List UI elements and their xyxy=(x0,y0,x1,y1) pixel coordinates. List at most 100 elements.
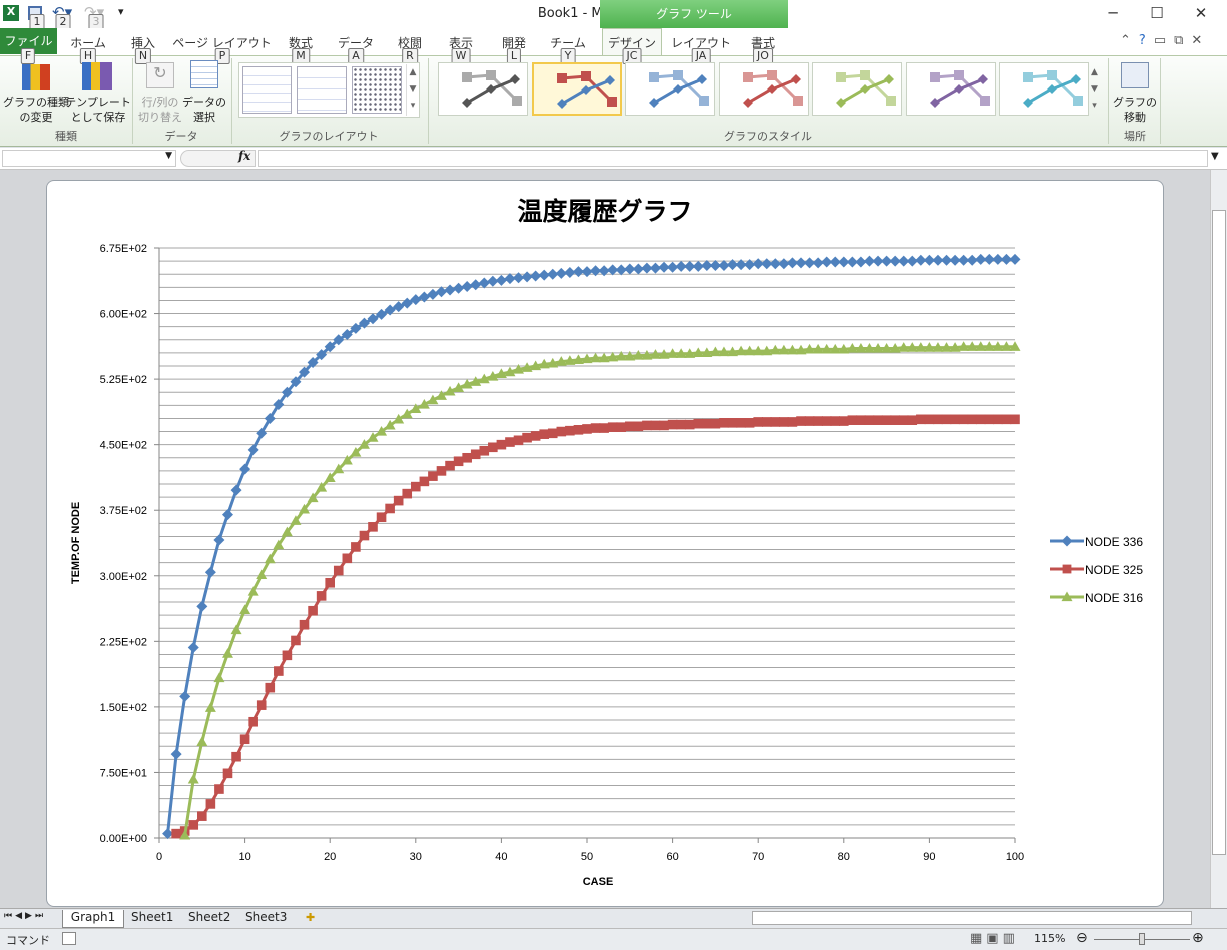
data-point xyxy=(804,416,815,426)
sheet-tab-graph1[interactable]: Graph1 xyxy=(62,910,124,928)
data-point xyxy=(599,423,609,433)
data-point xyxy=(179,690,191,702)
data-point xyxy=(470,449,481,460)
data-point xyxy=(248,716,258,727)
horizontal-scrollbar[interactable] xyxy=(752,911,1192,925)
data-point xyxy=(282,650,293,661)
data-point xyxy=(359,530,370,541)
scroll-thumb[interactable] xyxy=(1212,210,1226,855)
data-point xyxy=(856,415,866,425)
data-point xyxy=(505,437,515,447)
data-point xyxy=(247,586,259,596)
sheet-tab-bar: ⏮◀▶⏭ xyxy=(0,908,1227,928)
legend-entry: NODE 316 xyxy=(1050,591,1143,605)
macro-record-icon[interactable] xyxy=(62,932,76,945)
legend-entry: NODE 325 xyxy=(1050,563,1143,577)
status-bar: コマンド ▦▣▥ 115% ⊖ ⊕ xyxy=(0,928,1227,950)
insert-sheet-icon[interactable]: ✚ xyxy=(306,911,315,924)
vertical-scrollbar[interactable] xyxy=(1210,170,1227,908)
data-point xyxy=(170,748,182,760)
data-point xyxy=(188,820,199,830)
legend-label: NODE 336 xyxy=(1085,535,1143,549)
data-point xyxy=(239,734,250,745)
data-point xyxy=(778,258,790,270)
data-point xyxy=(821,416,832,426)
status-mode: コマンド xyxy=(6,934,50,947)
data-point xyxy=(718,259,730,271)
x-tick-label: 90 xyxy=(923,851,935,863)
axes: 0.00E+00 7.50E+01 1.50E+02 2.25E+02 3.00E+02… xyxy=(100,243,1025,863)
data-point xyxy=(813,416,823,426)
x-tick-label: 60 xyxy=(666,851,678,863)
legend-label: NODE 316 xyxy=(1085,591,1143,605)
data-point xyxy=(495,274,507,286)
zoom-slider-thumb[interactable] xyxy=(1139,933,1145,945)
zoom-out-button[interactable]: ⊖ xyxy=(1076,930,1088,946)
view-buttons[interactable]: ▦▣▥ xyxy=(970,931,1019,946)
data-point xyxy=(890,415,900,425)
data-point xyxy=(453,282,465,294)
data-point xyxy=(222,768,233,779)
sheet-tab-sheet3[interactable]: Sheet3 xyxy=(245,910,287,924)
data-point xyxy=(830,416,841,426)
data-point xyxy=(847,415,858,425)
sheet-tab-sheet2[interactable]: Sheet2 xyxy=(188,910,230,924)
data-point xyxy=(632,263,644,275)
y-axis-title[interactable]: TEMP.OF NODE xyxy=(70,502,82,584)
chart-svg: 0.00E+00 7.50E+01 1.50E+02 2.25E+02 3.00E+02… xyxy=(70,197,1143,888)
data-point xyxy=(676,419,686,430)
data-point xyxy=(555,267,567,279)
legend-label: NODE 325 xyxy=(1085,563,1143,577)
chart-title[interactable]: 温度履歴グラフ xyxy=(517,197,692,226)
data-point xyxy=(761,417,772,427)
zoom-in-button[interactable]: ⊕ xyxy=(1192,930,1204,946)
data-point xyxy=(812,257,824,269)
x-tick-label: 0 xyxy=(156,851,162,863)
data-point xyxy=(368,522,378,532)
data-point xyxy=(187,773,199,784)
data-point xyxy=(615,264,627,276)
data-point xyxy=(607,422,618,432)
data-point xyxy=(205,799,216,809)
data-point xyxy=(461,280,473,292)
data-point xyxy=(616,422,627,432)
data-point xyxy=(1009,253,1021,265)
data-point xyxy=(444,284,456,296)
sheet-nav-buttons[interactable]: ⏮◀▶⏭ xyxy=(4,911,46,921)
data-point xyxy=(649,262,661,274)
y-tick-label: 1.50E+02 xyxy=(100,702,147,714)
sheet-tab-sheet1[interactable]: Sheet1 xyxy=(131,910,173,924)
data-point xyxy=(487,275,499,287)
data-point xyxy=(435,286,447,298)
zoom-level[interactable]: 115% xyxy=(1034,932,1065,945)
data-point xyxy=(839,416,849,426)
x-tick-label: 10 xyxy=(238,851,250,863)
data-point xyxy=(873,415,883,425)
data-point xyxy=(393,495,404,506)
data-point xyxy=(855,256,867,268)
data-point xyxy=(187,641,199,653)
data-point xyxy=(230,624,242,635)
data-point xyxy=(547,268,559,280)
data-point xyxy=(376,512,387,523)
series xyxy=(162,253,1021,840)
y-tick-label: 3.75E+02 xyxy=(100,505,147,517)
data-point xyxy=(513,435,524,446)
data-point xyxy=(539,429,549,439)
data-point xyxy=(659,420,669,431)
legend-entry: NODE 336 xyxy=(1050,535,1143,549)
data-point xyxy=(530,270,542,282)
data-point xyxy=(496,439,507,450)
data-point xyxy=(590,423,601,433)
data-point xyxy=(479,445,490,456)
x-axis-title[interactable]: CASE xyxy=(583,876,614,888)
data-point xyxy=(221,648,233,658)
data-point xyxy=(633,421,644,432)
y-tick-label: 5.25E+02 xyxy=(100,374,147,386)
data-point xyxy=(291,635,301,646)
data-point xyxy=(727,418,738,428)
data-point xyxy=(779,417,789,427)
data-point xyxy=(864,415,875,425)
data-point xyxy=(933,414,943,425)
data-point xyxy=(239,604,251,614)
